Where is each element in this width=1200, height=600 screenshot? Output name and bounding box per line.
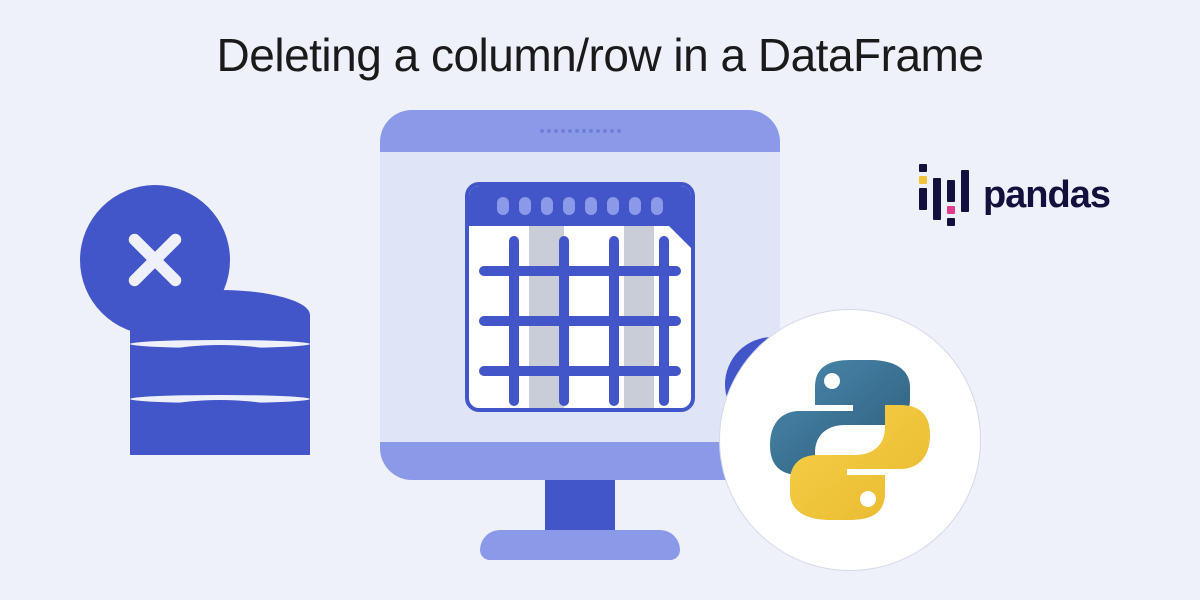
- database-delete-icon: [130, 290, 310, 470]
- pandas-bars-icon: [919, 160, 969, 230]
- monitor-icon: [380, 110, 780, 560]
- pandas-logo: pandas: [919, 160, 1110, 230]
- spreadsheet-icon: [465, 182, 695, 412]
- pandas-text: pandas: [983, 174, 1110, 217]
- python-badge: [720, 310, 980, 570]
- close-icon: [80, 185, 230, 335]
- python-logo-icon: [765, 355, 935, 525]
- page-title: Deleting a column/row in a DataFrame: [0, 28, 1200, 82]
